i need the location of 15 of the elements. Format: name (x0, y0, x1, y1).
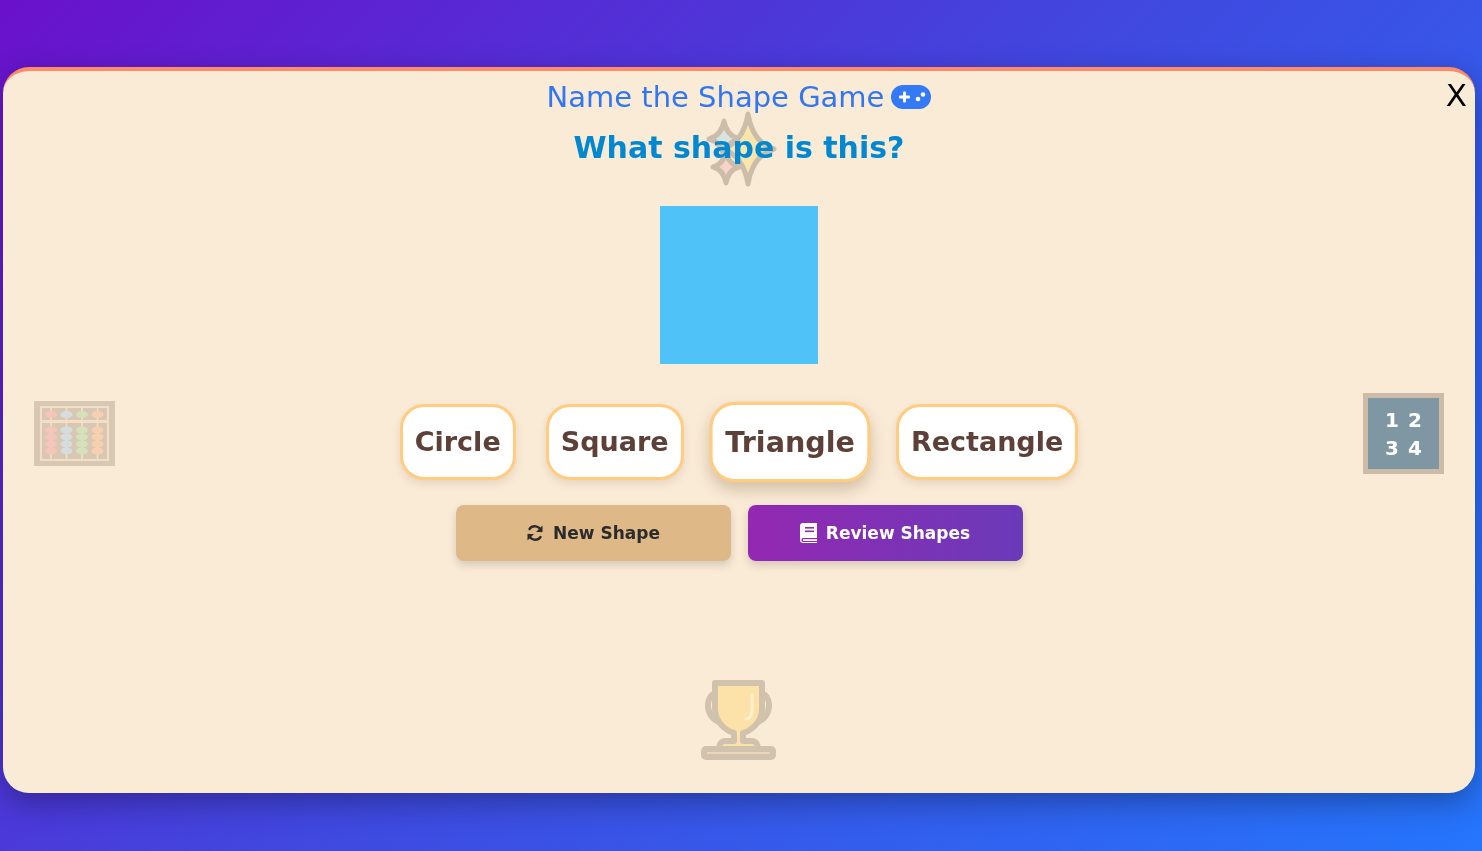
review-shapes-button[interactable]: Review Shapes (747, 505, 1023, 561)
question-heading: What shape is this? (573, 131, 905, 165)
answer-button[interactable]: Circle (399, 404, 516, 480)
tile-digits: 1 2 3 4 (1384, 406, 1423, 462)
answer-button[interactable]: Square (545, 404, 684, 480)
abacus-icon (34, 401, 115, 466)
answer-button[interactable]: Rectangle (895, 404, 1079, 480)
close-button[interactable]: X (1445, 80, 1467, 111)
answer-button[interactable]: Triangle (709, 401, 871, 483)
trophy-icon (700, 679, 777, 760)
book-icon (799, 523, 817, 543)
new-shape-button[interactable]: New Shape (455, 505, 731, 561)
gamepad-icon (891, 85, 932, 109)
game-title: Name the Shape Game (546, 79, 885, 115)
refresh-icon (526, 524, 545, 542)
